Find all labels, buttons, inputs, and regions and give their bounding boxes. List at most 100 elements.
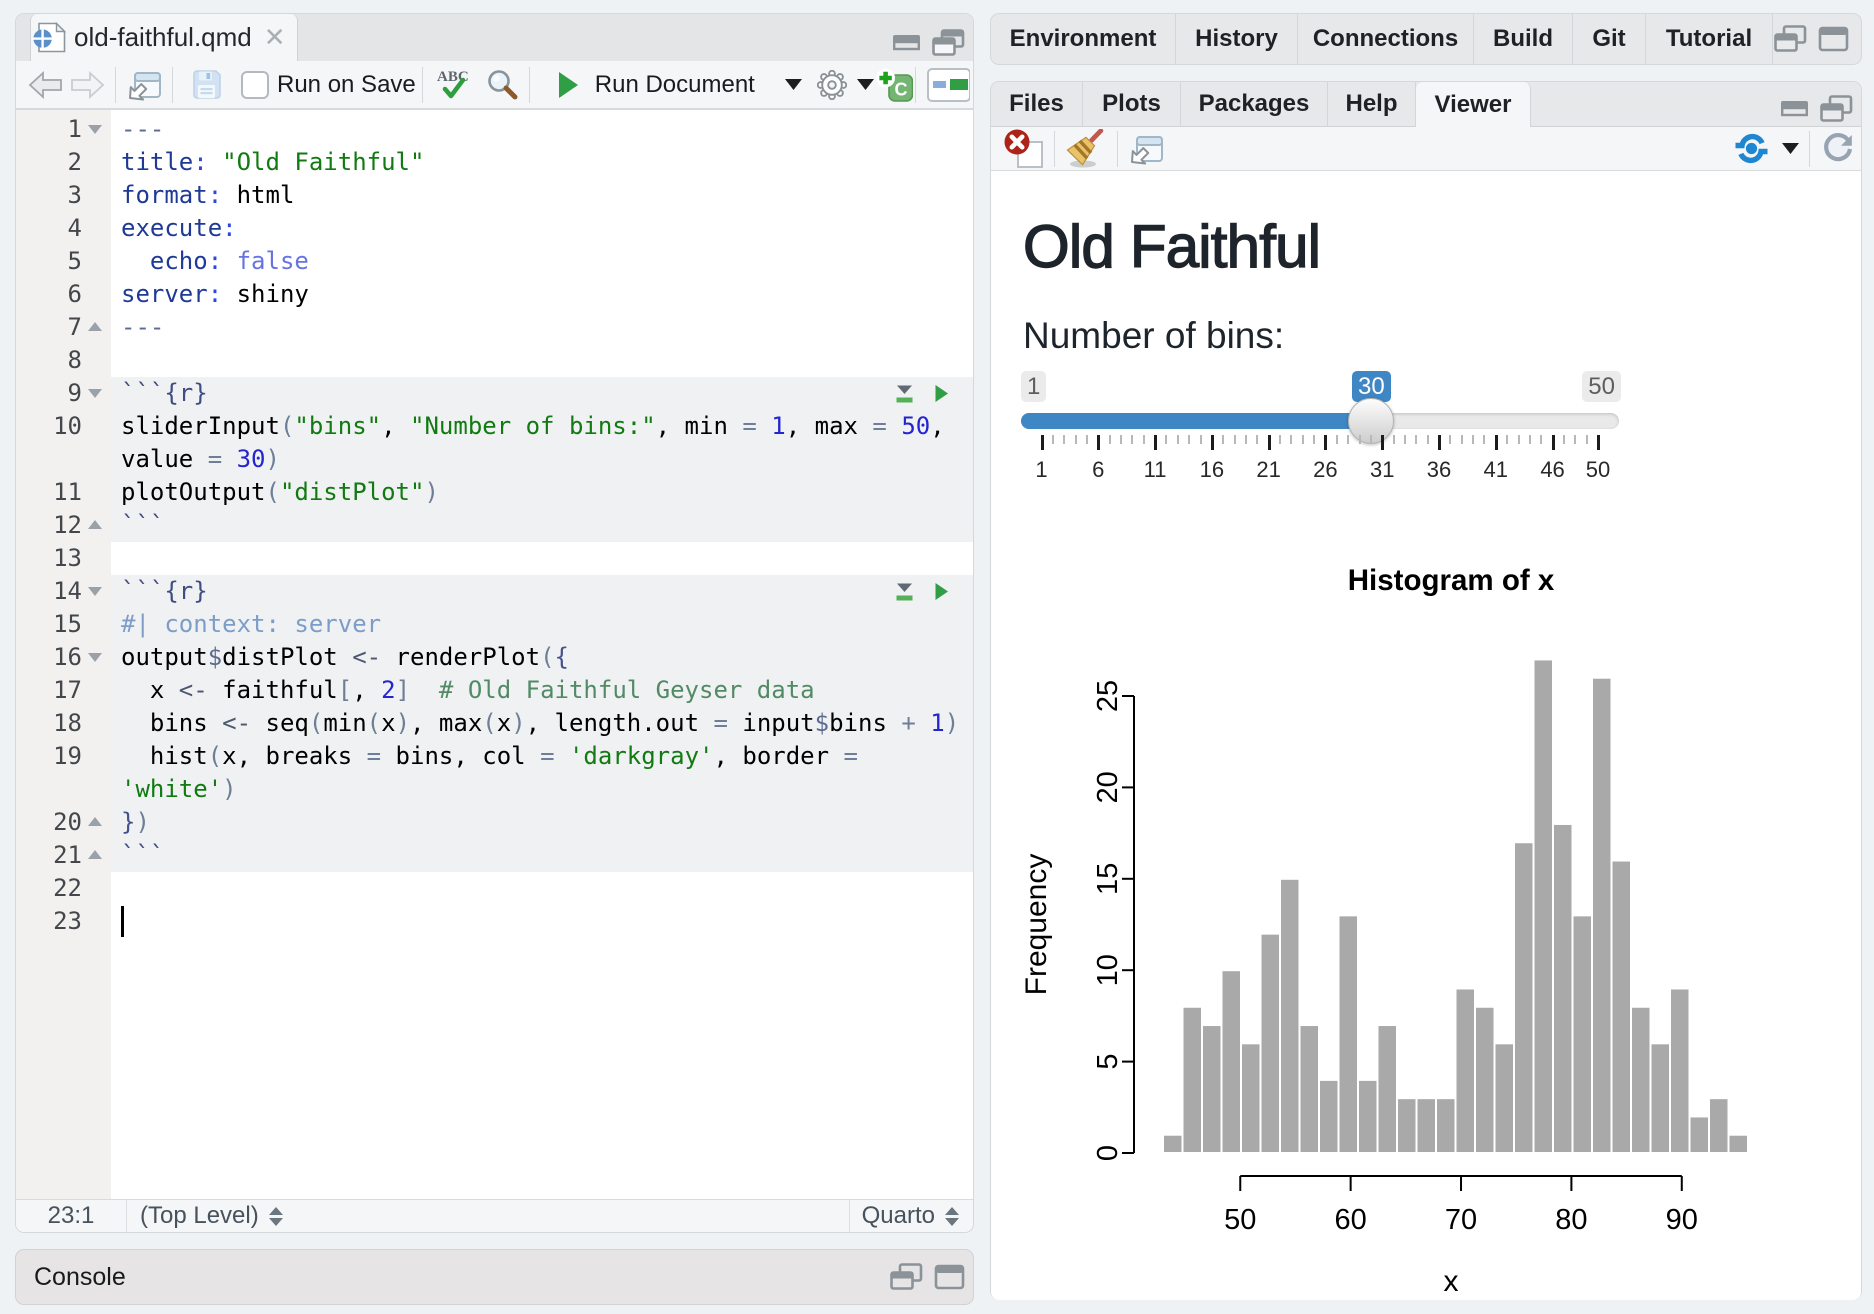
code-line: --- bbox=[121, 311, 164, 344]
popout-viewer-button[interactable] bbox=[1128, 132, 1164, 166]
line-number: 15 bbox=[16, 608, 82, 641]
document-outline-toggle[interactable] bbox=[926, 67, 970, 103]
histogram-bar bbox=[1729, 1135, 1749, 1153]
fold-down-icon[interactable] bbox=[88, 653, 102, 662]
forward-button[interactable] bbox=[69, 70, 105, 100]
line-number: 18 bbox=[16, 707, 82, 740]
restore-pane-icon[interactable] bbox=[1774, 25, 1807, 53]
slider-grid-label: 11 bbox=[1144, 457, 1167, 483]
slider-tick bbox=[1075, 435, 1077, 444]
slider-tick bbox=[1370, 435, 1372, 444]
code-line: value = 30) bbox=[121, 443, 280, 476]
insert-chunk-button[interactable]: C bbox=[876, 68, 913, 102]
run-document-play-icon[interactable] bbox=[557, 71, 579, 99]
tab-git[interactable]: Git bbox=[1573, 14, 1646, 64]
run-chunks-above-icon[interactable] bbox=[894, 581, 915, 603]
environment-tabs: EnvironmentHistoryConnectionsBuildGitTut… bbox=[991, 14, 1773, 64]
publish-icon[interactable] bbox=[1733, 130, 1770, 167]
slider-tick bbox=[1165, 435, 1167, 444]
language-mode-selector[interactable]: Quarto bbox=[862, 1202, 959, 1230]
run-document-menu-caret[interactable] bbox=[785, 79, 802, 90]
code-line: x <- faithful[, 2] # Old Faithful Geyser… bbox=[121, 674, 815, 707]
minimize-pane-icon[interactable] bbox=[892, 32, 921, 54]
editor-toolbar: Run on Save ABC Run Document bbox=[16, 61, 973, 110]
maximize-pane-icon[interactable] bbox=[932, 29, 965, 57]
line-number: 13 bbox=[16, 542, 82, 575]
console-pane[interactable]: Console bbox=[15, 1249, 974, 1305]
tab-help[interactable]: Help bbox=[1328, 82, 1416, 126]
clear-viewer-broom-icon[interactable] bbox=[1065, 129, 1107, 169]
slider-tick bbox=[1041, 435, 1044, 450]
find-replace-button[interactable] bbox=[485, 68, 519, 102]
fold-down-icon[interactable] bbox=[88, 389, 102, 398]
tab-close-icon[interactable]: ✕ bbox=[264, 22, 286, 53]
line-number: 21 bbox=[16, 839, 82, 872]
restore-console-icon[interactable] bbox=[890, 1263, 923, 1291]
x-tick-label: 70 bbox=[1445, 1204, 1477, 1236]
slider-tick bbox=[1154, 435, 1157, 450]
tab-packages[interactable]: Packages bbox=[1181, 82, 1328, 126]
code-line: ```{r} bbox=[121, 377, 208, 410]
console-title: Console bbox=[34, 1263, 126, 1292]
maximize-pane2-icon[interactable] bbox=[1818, 26, 1849, 52]
run-chunks-above-icon[interactable] bbox=[894, 383, 915, 405]
slider-tick bbox=[1552, 435, 1555, 450]
tab-environment[interactable]: Environment bbox=[991, 14, 1176, 64]
run-on-save-checkbox[interactable] bbox=[241, 71, 269, 99]
toolbar-separator bbox=[1117, 131, 1118, 167]
viewer-toolbar bbox=[991, 127, 1861, 171]
tab-viewer[interactable]: Viewer bbox=[1416, 82, 1531, 128]
stop-app-button[interactable] bbox=[1004, 129, 1044, 169]
scope-selector[interactable]: (Top Level) bbox=[140, 1202, 283, 1230]
bins-slider[interactable]: 1 30 50 16111621263136414650 bbox=[1021, 371, 1621, 483]
refresh-viewer-icon[interactable] bbox=[1820, 131, 1856, 167]
gear-menu-caret[interactable] bbox=[857, 79, 874, 90]
publish-menu-caret[interactable] bbox=[1782, 143, 1799, 154]
slider-max-label: 50 bbox=[1582, 371, 1621, 402]
rstudio-window: old-faithful.qmd ✕ bbox=[0, 0, 1874, 1314]
fold-down-icon[interactable] bbox=[88, 587, 102, 596]
run-chunk-icon[interactable] bbox=[934, 582, 949, 601]
editor-pane-window-buttons bbox=[892, 27, 973, 58]
slider-tick bbox=[1120, 435, 1122, 444]
fold-up-icon[interactable] bbox=[88, 520, 102, 529]
tab-plots[interactable]: Plots bbox=[1083, 82, 1181, 126]
slider-tick bbox=[1256, 435, 1258, 444]
code-line: echo: false bbox=[121, 245, 309, 278]
run-chunk-icon[interactable] bbox=[934, 384, 949, 403]
back-button[interactable] bbox=[28, 70, 64, 100]
toolbar-separator bbox=[115, 67, 116, 103]
code-line: }) bbox=[121, 806, 150, 839]
line-number: 22 bbox=[16, 872, 82, 905]
spellcheck-button[interactable]: ABC bbox=[433, 67, 473, 103]
slider-tick bbox=[1279, 435, 1281, 444]
line-number: 12 bbox=[16, 509, 82, 542]
minimize-viewer-icon[interactable] bbox=[1780, 98, 1809, 120]
chunk-background bbox=[111, 575, 973, 608]
maximize-console-icon[interactable] bbox=[934, 1264, 965, 1290]
slider-tick bbox=[1483, 435, 1485, 444]
tab-build[interactable]: Build bbox=[1474, 14, 1573, 64]
restore-viewer-icon[interactable] bbox=[1820, 95, 1853, 123]
tab-connections[interactable]: Connections bbox=[1298, 14, 1474, 64]
run-document-label[interactable]: Run Document bbox=[595, 71, 755, 99]
x-tick-label: 60 bbox=[1335, 1204, 1367, 1236]
slider-tick bbox=[1518, 435, 1520, 444]
fold-up-icon[interactable] bbox=[88, 322, 102, 331]
fold-up-icon[interactable] bbox=[88, 817, 102, 826]
slider-tick bbox=[1245, 435, 1247, 444]
code-line: title: "Old Faithful" bbox=[121, 146, 424, 179]
code-line: bins <- seq(min(x), max(x), length.out =… bbox=[121, 707, 959, 740]
fold-down-icon[interactable] bbox=[88, 125, 102, 134]
tab-history[interactable]: History bbox=[1176, 14, 1298, 64]
save-button[interactable] bbox=[191, 69, 222, 100]
editor-tab-old-faithful[interactable]: old-faithful.qmd ✕ bbox=[30, 14, 298, 61]
popout-source-button[interactable] bbox=[126, 68, 162, 102]
gear-icon[interactable] bbox=[817, 70, 847, 100]
code-editor[interactable]: 1---2title: "Old Faithful"3format: html4… bbox=[16, 110, 973, 1200]
fold-up-icon[interactable] bbox=[88, 850, 102, 859]
tab-tutorial[interactable]: Tutorial bbox=[1646, 14, 1773, 64]
y-tick-label: 15 bbox=[1092, 863, 1124, 895]
slider-tick bbox=[1563, 435, 1565, 444]
tab-files[interactable]: Files bbox=[991, 82, 1083, 126]
